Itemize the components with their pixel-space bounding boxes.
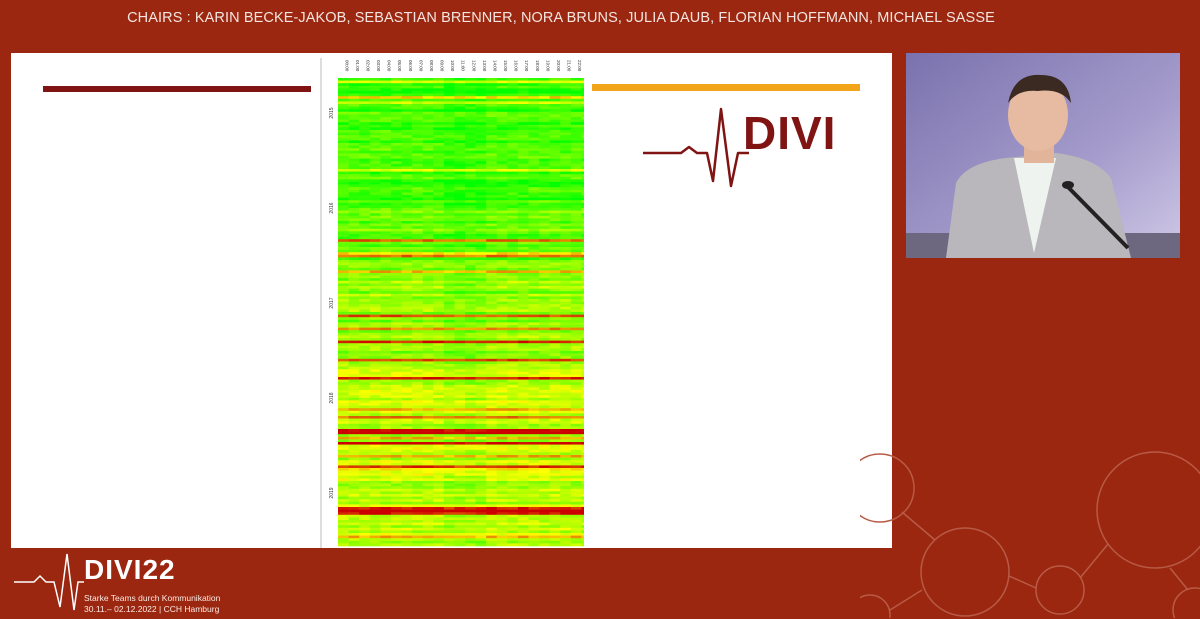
x-tick-label: 03:00 [376, 60, 381, 72]
divi22-footer-logo: DIVI22 Starke Teams durch Kommunikation … [12, 552, 252, 614]
x-tick-label: 08:00 [429, 60, 434, 72]
speaker-video-icon [906, 53, 1180, 258]
presentation-slide: 00:00 01:00 02:00 03:00 04:00 05:00 06:00 07:00… [11, 53, 892, 548]
x-tick-label: 11:00 [461, 60, 466, 71]
x-tick-label: 13:00 [482, 60, 487, 72]
heatmap-svg: 00:00 01:00 02:00 03:00 04:00 05:00 06:00 07:00… [320, 58, 584, 548]
y-tick-label: 2015 [329, 107, 335, 118]
x-tick-label: 10:00 [450, 60, 455, 72]
x-tick-label: 01:00 [355, 60, 360, 72]
event-name: DIVI22 [84, 554, 176, 585]
y-tick-label: 2016 [329, 202, 335, 213]
x-tick-label: 15:00 [503, 60, 508, 72]
event-dates: 30.11.– 02.12.2022 | CCH Hamburg [84, 604, 220, 614]
x-tick-label: 02:00 [365, 60, 370, 72]
divi-logo: DIVI [641, 101, 851, 191]
y-tick-label: 2017 [329, 297, 335, 308]
slide-accent-bar-orange [592, 84, 860, 91]
x-tick-label: 17:00 [524, 60, 529, 72]
x-tick-label: 09:00 [440, 60, 445, 72]
x-tick-label: 06:00 [408, 60, 413, 72]
heatmap-chart: 00:00 01:00 02:00 03:00 04:00 05:00 06:00 07:00… [319, 58, 584, 548]
x-tick-label: 04:00 [387, 60, 392, 72]
x-tick-label: 05:00 [397, 60, 402, 72]
x-tick-label: 21:00 [567, 60, 572, 72]
x-tick-label: 07:00 [418, 60, 423, 72]
x-tick-label: 12:00 [471, 60, 476, 72]
y-tick-label: 2019 [329, 487, 335, 498]
x-tick-label: 19:00 [545, 60, 550, 72]
heartbeat-icon [643, 107, 749, 188]
x-tick-label: 00:00 [344, 60, 349, 72]
heatmap-cells [338, 78, 584, 547]
speaker-video [906, 53, 1180, 258]
y-tick-label: 2018 [329, 392, 335, 403]
x-tick-label: 16:00 [514, 60, 519, 72]
heartbeat-icon [14, 553, 84, 611]
x-tick-label: 20:00 [556, 60, 561, 72]
network-decoration-icon [860, 451, 1200, 618]
chairs-caption: CHAIRS : KARIN BECKE-JAKOB, SEBASTIAN BR… [127, 10, 995, 26]
x-tick-label: 18:00 [535, 60, 540, 72]
divi-logo-text: DIVI [743, 107, 837, 159]
slide-accent-bar-red [43, 86, 311, 92]
x-tick-label: 14:00 [492, 60, 497, 72]
x-tick-label: 22:00 [577, 60, 582, 72]
event-tagline: Starke Teams durch Kommunikation [84, 593, 221, 603]
